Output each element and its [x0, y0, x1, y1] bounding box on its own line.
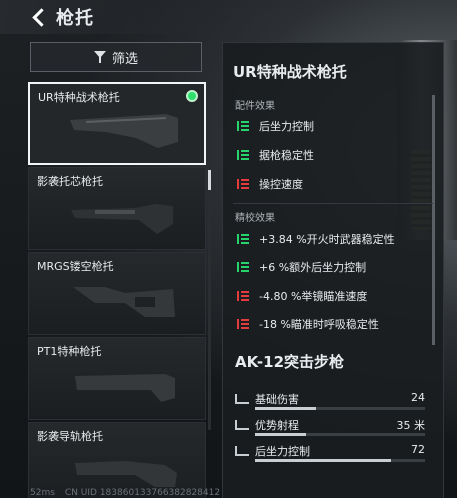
tuning-effect-row: -18 %瞄准时呼吸稳定性 [237, 316, 379, 332]
item-label: MRGS镂空枪托 [37, 260, 114, 273]
back-arrow-icon[interactable] [30, 8, 48, 26]
part-effect-row: 后坐力控制 [237, 118, 314, 134]
list-item-ur-stock[interactable]: UR特种战术枪托 [28, 82, 206, 165]
detail-title: UR特种战术枪托 [233, 63, 347, 81]
tuning-effect-label: +6 %额外后坐力控制 [259, 261, 367, 274]
parts-effect-label: 配件效果 [235, 101, 275, 112]
stock-image [75, 374, 175, 402]
stat-row-range: 优势射程 35 米 [233, 417, 433, 439]
tuning-effect-label: -4.80 %举镜瞄准速度 [259, 290, 368, 303]
equipped-indicator-icon [186, 90, 198, 102]
stock-image [70, 114, 178, 148]
stat-down-icon [237, 179, 249, 189]
stat-bar [255, 459, 425, 462]
details-panel: UR特种战术枪托 配件效果 后坐力控制 据枪稳定性 操控速度 精校效果 +3.8… [222, 42, 444, 498]
stat-up-icon [237, 150, 249, 160]
stat-up-icon [237, 262, 249, 272]
stat-row-recoil: 后坐力控制 72 [233, 443, 433, 465]
list-item-shadow-core-stock[interactable]: 影袭托芯枪托 [28, 167, 206, 250]
header: 枪托 [0, 0, 240, 34]
list-scrollbar[interactable] [208, 170, 211, 430]
part-effect-label: 后坐力控制 [259, 120, 314, 133]
part-effect-row: 操控速度 [237, 176, 303, 192]
item-label: 影袭托芯枪托 [37, 175, 103, 188]
divider [233, 203, 433, 204]
attachment-list: UR特种战术枪托 影袭托芯枪托 MRGS镂空枪托 PT1特种枪托 影袭导轨枪托 [28, 82, 206, 498]
tuning-effect-label: 精校效果 [235, 213, 275, 224]
uid-label: CN UID 183860133766382828412 [64, 488, 221, 498]
page-title: 枪托 [56, 8, 94, 29]
range-icon [235, 420, 249, 430]
stat-value: 35 米 [396, 419, 426, 432]
stat-value: 24 [411, 391, 425, 404]
list-item-mrgs-stock[interactable]: MRGS镂空枪托 [28, 252, 206, 335]
stock-image [71, 204, 173, 234]
stat-name: 基础伤害 [255, 393, 299, 406]
stat-name: 优势射程 [255, 419, 299, 432]
stat-down-icon [237, 291, 249, 301]
stat-bar [255, 407, 425, 410]
stat-up-icon [237, 234, 249, 244]
stat-row-damage: 基础伤害 24 [233, 391, 433, 413]
ping-label: 52ms [30, 488, 55, 498]
details-scrollbar[interactable] [432, 95, 435, 345]
tuning-effect-row: -4.80 %举镜瞄准速度 [237, 288, 367, 304]
stat-up-icon [237, 121, 249, 131]
list-item-pt1-stock[interactable]: PT1特种枪托 [28, 337, 206, 420]
item-label: PT1特种枪托 [37, 345, 102, 358]
tuning-effect-row: +3.84 %开火时武器稳定性 [237, 231, 395, 247]
tuning-effect-label: +3.84 %开火时武器稳定性 [259, 233, 395, 246]
item-label: 影袭导轨枪托 [37, 430, 103, 443]
part-effect-row: 据枪稳定性 [237, 147, 314, 163]
filter-button[interactable]: 筛选 [30, 42, 202, 72]
part-effect-label: 操控速度 [259, 178, 303, 191]
tuning-effect-label: -18 %瞄准时呼吸稳定性 [259, 318, 379, 331]
filter-icon [93, 51, 106, 63]
stock-image [73, 287, 175, 317]
recoil-icon [235, 446, 249, 456]
stat-value: 72 [411, 443, 425, 456]
tuning-effect-row: +6 %额外后坐力控制 [237, 259, 366, 275]
part-effect-label: 据枪稳定性 [259, 149, 314, 162]
weapon-name: AK-12突击步枪 [235, 353, 345, 371]
stat-name: 后坐力控制 [255, 445, 310, 458]
damage-icon [235, 394, 249, 404]
stat-bar [255, 433, 425, 436]
footer: 52ms CN UID 183860133766382828412 [30, 488, 220, 498]
stat-down-icon [237, 319, 249, 329]
filter-label: 筛选 [111, 51, 138, 67]
item-label: UR特种战术枪托 [38, 91, 120, 104]
list-item-shadow-rail-stock[interactable]: 影袭导轨枪托 [28, 422, 206, 498]
